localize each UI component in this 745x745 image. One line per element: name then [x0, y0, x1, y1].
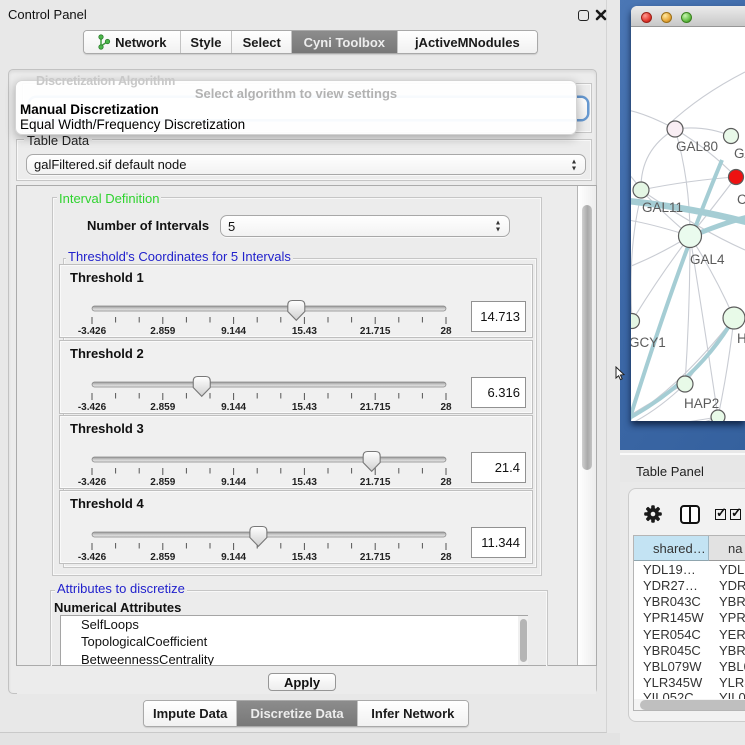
svg-text:2.859: 2.859 — [150, 402, 175, 413]
svg-text:21.715: 21.715 — [360, 477, 391, 488]
svg-text:15.43: 15.43 — [292, 326, 317, 337]
svg-text:28: 28 — [440, 477, 452, 488]
svg-text:GCY1: GCY1 — [631, 335, 666, 350]
svg-text:21.715: 21.715 — [360, 402, 391, 413]
svg-text:15.43: 15.43 — [292, 477, 317, 488]
svg-text:9.144: 9.144 — [221, 477, 246, 488]
svg-text:-3.426: -3.426 — [78, 402, 107, 413]
svg-text:28: 28 — [440, 326, 452, 337]
svg-text:-3.426: -3.426 — [78, 326, 107, 337]
svg-text:HAP2: HAP2 — [684, 396, 719, 411]
svg-text:2.859: 2.859 — [150, 552, 175, 563]
svg-text:9.144: 9.144 — [221, 402, 246, 413]
svg-text:28: 28 — [440, 552, 452, 563]
svg-text:-3.426: -3.426 — [78, 477, 107, 488]
svg-text:GAL80: GAL80 — [676, 139, 718, 154]
svg-text:-3.426: -3.426 — [78, 552, 107, 563]
svg-text:9.144: 9.144 — [221, 552, 246, 563]
svg-text:HI: HI — [737, 331, 745, 346]
svg-text:C: C — [737, 192, 745, 207]
svg-text:2.859: 2.859 — [150, 477, 175, 488]
svg-text:GAL4: GAL4 — [690, 252, 725, 267]
svg-text:28: 28 — [440, 402, 452, 413]
svg-text:21.715: 21.715 — [360, 326, 391, 337]
svg-text:GAL11: GAL11 — [642, 200, 683, 215]
svg-text:21.715: 21.715 — [360, 552, 391, 563]
svg-text:9.144: 9.144 — [221, 326, 246, 337]
svg-text:15.43: 15.43 — [292, 552, 317, 563]
svg-text:2.859: 2.859 — [150, 326, 175, 337]
svg-text:GAL7: GAL7 — [734, 146, 745, 161]
svg-text:15.43: 15.43 — [292, 402, 317, 413]
